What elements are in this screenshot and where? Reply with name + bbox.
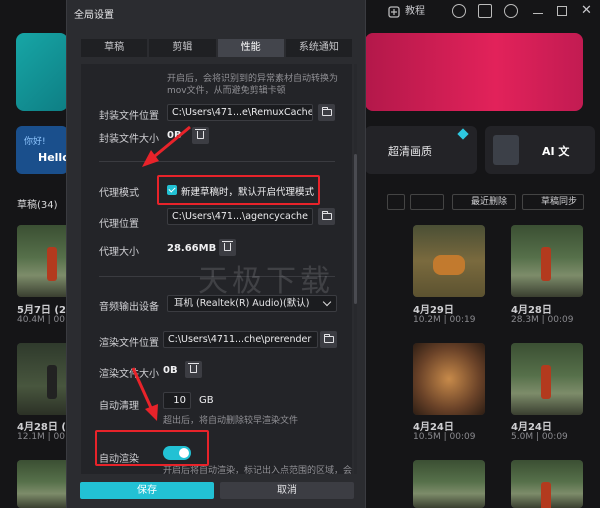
close-icon[interactable]: ✕ [581,4,592,20]
annotation-box-auto-render [95,430,209,466]
feedback-icon[interactable] [478,4,492,18]
tab-system-notifications[interactable]: 系统通知 [285,39,352,57]
view-toggle-icon[interactable] [410,194,444,210]
dialog-title: 全局设置 [74,10,114,21]
draft-meta: 28.3M | 00:09 [511,315,574,325]
draft-thumbnail[interactable] [511,225,583,297]
feature-card-superhd[interactable]: 超清画质 [365,126,477,174]
minimize-icon[interactable] [533,4,543,14]
diamond-icon [457,128,469,140]
save-button[interactable]: 保存 [80,482,214,499]
folder-icon [322,211,332,220]
render-size-value: 0B [163,365,178,376]
remux-path-label: 封装文件位置 [99,111,159,122]
ai-text-label: AI 文 [542,145,570,158]
render-clear-button[interactable] [185,361,202,378]
gear-icon[interactable] [504,4,518,18]
draft-date: 5月7日 (2) [17,305,71,316]
draft-date: 4月28日 [511,305,552,316]
draft-thumbnail[interactable] [413,343,485,415]
proxy-size-label: 代理大小 [99,247,139,258]
auto-clean-description: 超出后，将自动删除较早渲染文件 [163,416,299,426]
proxy-clear-button[interactable] [219,239,236,256]
folder-icon [322,107,332,116]
trash-icon [195,129,206,139]
divider [99,161,335,162]
audio-output-label: 音频输出设备 [99,302,159,313]
remux-path-field[interactable]: C:\Users\471...e\RemuxCache [167,104,313,121]
superhd-label: 超清画质 [388,145,432,158]
render-folder-button[interactable] [320,331,337,348]
auto-render-description: 开启后将自动渲染，标记出入点范围的区域，会自 [163,466,352,474]
maximize-icon[interactable] [557,6,567,16]
proxy-folder-button[interactable] [318,208,335,225]
tutorial-link[interactable]: 教程 [405,4,425,20]
settings-tabs: 草稿 剪辑 性能 系统通知 [81,39,352,57]
draft-date: 4月24日 [413,422,454,433]
trash-icon [188,363,199,373]
hello-tag: 你好! [24,137,46,147]
banner-right[interactable] [365,33,583,111]
proxy-path-field[interactable]: C:\Users\471...\agencycache [167,208,313,225]
cancel-button[interactable]: 取消 [220,482,354,499]
draft-sync-button[interactable]: 草稿同步 [522,194,584,210]
hello-text: Hello [38,151,70,164]
draft-thumbnail[interactable] [413,225,485,297]
draft-meta: 10.2M | 00:19 [413,315,476,325]
banner-left[interactable] [16,33,68,111]
proxy-mode-label: 代理模式 [99,188,139,199]
render-size-label: 渲染文件大小 [99,369,159,380]
render-path-label: 渲染文件位置 [99,338,159,349]
trash-icon [222,241,233,251]
tab-editing[interactable]: 剪辑 [149,39,216,57]
draft-meta: 5.0M | 00:09 [511,432,568,442]
remux-size-value: 0B [167,130,182,141]
annotation-box-proxy [157,175,320,205]
remux-size-label: 封装文件大小 [99,134,159,145]
auto-clean-input[interactable]: 10 [163,392,191,409]
draft-date: 4月24日 [511,422,552,433]
tab-performance[interactable]: 性能 [217,39,284,57]
proxy-size-value: 28.66MB [167,243,217,254]
remux-description: 开启后，会将识别到的异常素材自动转换为mov文件，从而避免剪辑卡顿 [167,74,339,96]
tab-drafts[interactable]: 草稿 [81,39,148,57]
draft-meta: 10.5M | 00:09 [413,432,476,442]
draft-thumbnail[interactable] [413,460,485,508]
folder-icon [324,334,334,343]
watermark-text: 天极下载 [198,264,334,299]
feature-card-ai-text[interactable]: AI 文 [485,126,595,174]
remux-folder-button[interactable] [318,104,335,121]
render-path-field[interactable]: C:\Users\4711...che\prerender [163,331,318,348]
auto-clean-label: 自动清理 [99,401,139,412]
draft-thumbnail[interactable] [511,460,583,508]
search-icon[interactable] [387,194,405,210]
drafts-title: 草稿(34) [17,200,58,211]
panel-scrollbar[interactable] [354,64,357,474]
help-icon[interactable] [452,4,466,18]
tutorial-icon[interactable] [388,4,402,20]
remux-clear-button[interactable] [192,127,209,144]
scrollbar-thumb[interactable] [354,154,357,304]
draft-date: 4月29日 [413,305,454,316]
recently-deleted-button[interactable]: 最近删除 [452,194,516,210]
document-icon [493,135,519,165]
auto-clean-unit: GB [199,395,214,406]
feature-card-hello[interactable]: 你好! Hello [16,126,70,174]
draft-thumbnail[interactable] [511,343,583,415]
proxy-path-label: 代理位置 [99,219,139,230]
